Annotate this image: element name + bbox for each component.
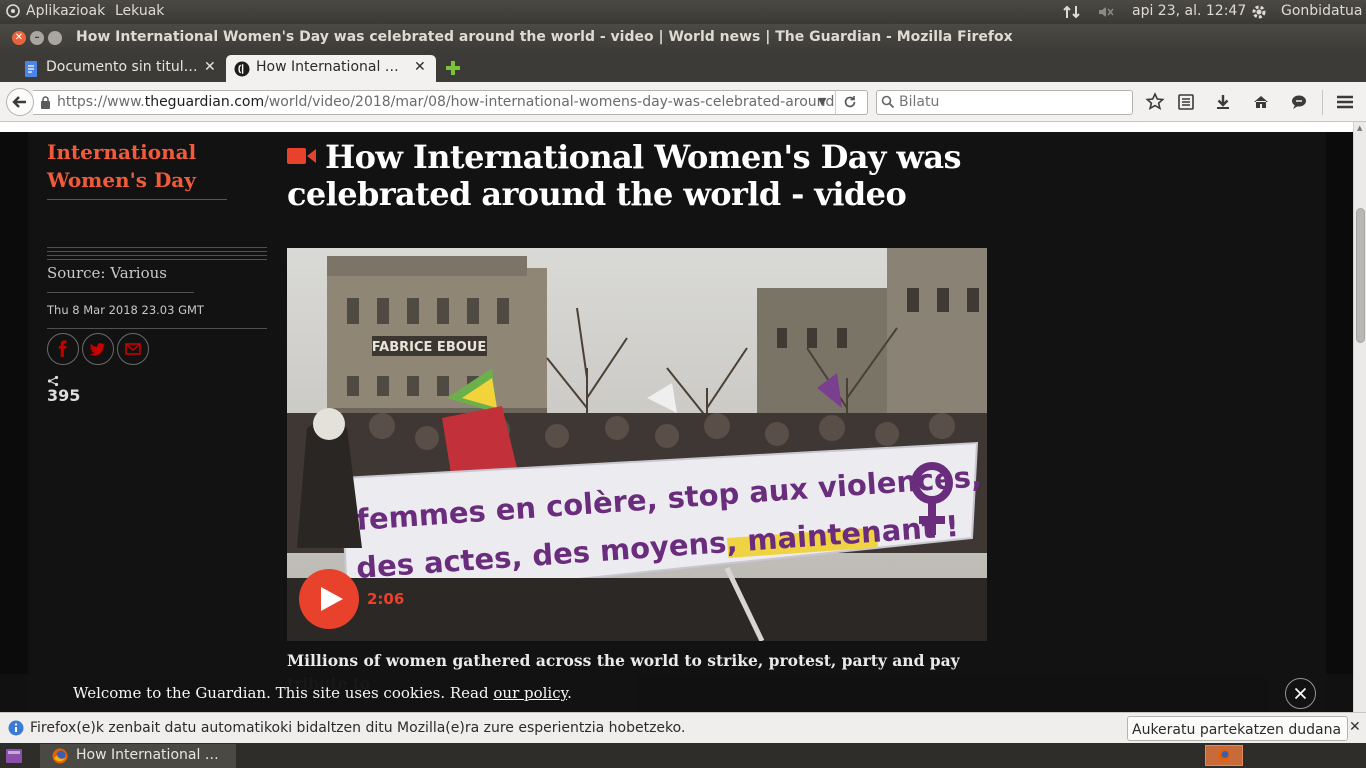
meta-rule (47, 247, 267, 248)
search-icon (881, 95, 895, 113)
publish-date: Thu 8 Mar 2018 23.03 GMT (47, 303, 204, 317)
maximize-window-button[interactable] (48, 31, 62, 45)
page-gutter-right (1326, 132, 1353, 712)
headline-text: How International Women's Day was celebr… (287, 138, 962, 213)
meta-rule (47, 259, 267, 260)
facebook-icon (58, 340, 67, 357)
downloads-icon[interactable] (1213, 92, 1235, 114)
choose-what-to-share-button[interactable]: Aukeratu partekatzen dudana (1127, 716, 1349, 741)
back-arrow-icon (12, 96, 26, 108)
tab-guardian[interactable]: How International … ✕ (226, 55, 436, 82)
close-tab-icon[interactable]: ✕ (204, 59, 216, 75)
play-icon (321, 587, 343, 611)
notification-bar: Firefox(e)k zenbait datu automatikoki bi… (0, 712, 1366, 743)
show-desktop-icon[interactable] (6, 748, 22, 767)
firefox-workspace-icon (1218, 749, 1230, 762)
toolbar-divider (1322, 90, 1323, 115)
close-window-button[interactable]: ✕ (12, 31, 26, 45)
section-label-link[interactable]: International Women's Day (47, 138, 227, 194)
close-tab-icon[interactable]: ✕ (414, 59, 426, 75)
ubuntu-logo-icon[interactable] (6, 4, 20, 22)
cookie-banner: Welcome to the Guardian. This site uses … (0, 674, 1353, 712)
meta-rule (47, 255, 267, 256)
cookie-message: Welcome to the Guardian. This site uses … (73, 684, 572, 702)
video-poster-image: FABRICE EBOUE femmes en colère, stop aux… (287, 248, 987, 641)
settings-gear-icon[interactable] (1250, 3, 1268, 25)
scroll-up-icon[interactable]: ▲ (1357, 124, 1362, 132)
reading-list-icon[interactable] (1176, 92, 1198, 114)
system-top-panel: Aplikazioak Lekuak api 23, al. 12:47 Gon… (0, 0, 1366, 24)
volume-muted-icon[interactable] (1097, 4, 1115, 24)
home-icon[interactable] (1251, 92, 1273, 114)
guardian-favicon-icon (234, 61, 250, 77)
search-input[interactable] (899, 94, 1119, 110)
share-count: 395 (47, 386, 81, 405)
back-button[interactable] (6, 88, 34, 116)
docs-icon (24, 61, 38, 77)
places-menu[interactable]: Lekuak (115, 3, 164, 19)
meta-rule (47, 328, 267, 329)
play-button[interactable] (299, 569, 359, 629)
bookmark-star-icon[interactable] (1145, 92, 1167, 114)
twitter-icon (89, 343, 105, 356)
hamburger-menu-icon[interactable] (1335, 92, 1357, 114)
url-text[interactable]: https://www.theguardian.com/world/video/… (57, 94, 834, 110)
tab-label: Documento sin titul… (46, 59, 198, 75)
url-divider (835, 91, 836, 114)
tab-strip: Documento sin titul… ✕ How International… (0, 52, 1366, 82)
network-icon[interactable] (1063, 4, 1081, 24)
window-title: How International Women's Day was celebr… (76, 29, 1013, 45)
taskbar-item-label: How International … (76, 747, 219, 763)
applications-menu[interactable]: Aplikazioak (26, 3, 105, 19)
meta-rule (47, 251, 267, 252)
url-dropdown-chevron-icon[interactable]: ▼ (818, 95, 826, 108)
new-tab-plus-icon[interactable] (444, 59, 462, 81)
taskbar: How International … (0, 743, 1366, 768)
video-camera-icon (287, 137, 317, 174)
taskbar-firefox-window[interactable]: How International … (40, 744, 236, 768)
close-icon (1294, 687, 1307, 700)
minimize-window-button[interactable]: – (30, 31, 44, 45)
tab-label: How International … (256, 59, 399, 75)
page-content: International Women's Day How Internatio… (0, 122, 1353, 712)
chat-bubble-icon[interactable] (1289, 92, 1311, 114)
window-titlebar: ✕ – How International Women's Day was ce… (0, 24, 1366, 52)
cookie-policy-link[interactable]: our policy (493, 684, 567, 702)
email-icon (125, 343, 141, 355)
section-underline (47, 199, 227, 200)
search-box[interactable] (876, 90, 1133, 115)
notification-close-icon[interactable]: ✕ (1349, 719, 1361, 735)
scroll-thumb[interactable] (1356, 208, 1365, 343)
meta-rule (47, 292, 194, 293)
navigation-toolbar: https://www.theguardian.com/world/video/… (0, 82, 1366, 122)
share-twitter-button[interactable] (82, 333, 114, 365)
source-credit: Source: Various (47, 264, 167, 282)
page-gutter-left (0, 132, 28, 712)
cookie-close-button[interactable] (1285, 678, 1316, 709)
share-facebook-button[interactable] (47, 333, 79, 365)
storefront-sign: FABRICE EBOUE (372, 340, 486, 355)
page-top-strip (0, 122, 1353, 132)
headline: How International Women's Day was celebr… (287, 137, 987, 213)
notification-message: Firefox(e)k zenbait datu automatikoki bi… (30, 720, 686, 736)
page-scrollbar[interactable]: ▲ (1353, 122, 1366, 712)
lock-icon (40, 96, 51, 113)
url-bar[interactable]: https://www.theguardian.com/world/video/… (33, 90, 868, 115)
reload-icon[interactable] (843, 95, 857, 113)
video-duration: 2:06 (367, 590, 405, 608)
info-icon (8, 720, 24, 740)
workspace-switcher[interactable] (1205, 745, 1243, 766)
user-menu[interactable]: Gonbidatua (1281, 3, 1362, 19)
firefox-icon (52, 748, 68, 768)
share-email-button[interactable] (117, 333, 149, 365)
video-player[interactable]: FABRICE EBOUE femmes en colère, stop aux… (287, 248, 987, 641)
tab-google-docs[interactable]: Documento sin titul… ✕ (0, 55, 226, 82)
clock[interactable]: api 23, al. 12:47 (1132, 3, 1246, 19)
